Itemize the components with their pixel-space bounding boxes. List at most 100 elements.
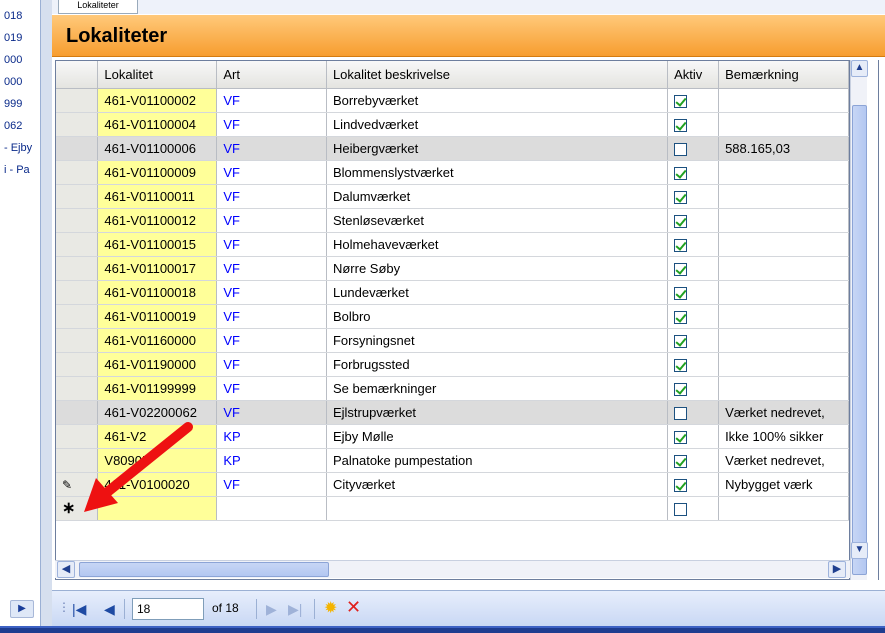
cell-aktiv[interactable] <box>667 88 720 113</box>
cell-aktiv[interactable] <box>667 232 720 257</box>
cell-aktiv[interactable] <box>667 304 720 329</box>
left-list-item[interactable]: 018 <box>0 8 40 24</box>
cell-beskrivelse[interactable]: Stenløseværket <box>326 208 669 233</box>
row-header[interactable] <box>56 352 99 377</box>
left-list-item[interactable]: i - Pa <box>0 162 40 178</box>
cell-bemaerkning[interactable] <box>718 184 849 209</box>
table-row[interactable]: 461-V01100019 VF Bolbro <box>56 304 849 329</box>
row-header[interactable] <box>56 400 99 425</box>
cell-lokalitet[interactable]: 461-V0100020 <box>97 472 218 497</box>
row-header[interactable] <box>56 328 99 353</box>
cell-beskrivelse[interactable]: Bolbro <box>326 304 669 329</box>
cell-bemaerkning[interactable] <box>718 256 849 281</box>
cell-aktiv[interactable] <box>667 448 720 473</box>
cell-lokalitet[interactable]: V80905 <box>97 448 218 473</box>
cell-lokalitet[interactable]: 461-V01100012 <box>97 208 218 233</box>
cell-aktiv[interactable] <box>667 400 720 425</box>
cell-aktiv[interactable] <box>667 208 720 233</box>
cell-bemaerkning[interactable] <box>718 208 849 233</box>
cell-beskrivelse[interactable]: Borrebyværket <box>326 88 669 113</box>
cell-bemaerkning[interactable] <box>718 88 849 113</box>
column-header-beskrivelse[interactable]: Lokalitet beskrivelse <box>326 61 669 89</box>
cell-beskrivelse[interactable]: Cityværket <box>326 472 669 497</box>
table-row[interactable]: 461-V01100002 VF Borrebyværket <box>56 88 849 113</box>
cell-beskrivelse[interactable]: Ejby Mølle <box>326 424 669 449</box>
table-row[interactable]: V80905 KP Palnatoke pumpestation Værket ned… <box>56 448 849 473</box>
table-row[interactable]: 461-V01100004 VF Lindvedværket <box>56 112 849 137</box>
aktiv-checkbox[interactable] <box>674 166 688 180</box>
cell-lokalitet[interactable]: 461-V01190000 <box>97 352 218 377</box>
left-list-item[interactable]: 000 <box>0 74 40 90</box>
vertical-scroll-thumb[interactable] <box>852 105 867 575</box>
cell-bemaerkning[interactable]: Ikke 100% sikker <box>718 424 849 449</box>
row-header[interactable] <box>56 232 99 257</box>
cell-lokalitet[interactable]: 461-V01100006 <box>97 136 218 161</box>
scroll-up-button[interactable]: ▲ <box>851 60 868 77</box>
cell-bemaerkning[interactable] <box>718 232 849 257</box>
row-header[interactable] <box>56 448 99 473</box>
left-list-item[interactable]: 000 <box>0 52 40 68</box>
cell-lokalitet[interactable]: 461-V01160000 <box>97 328 218 353</box>
table-row[interactable]: 461-V01160000 VF Forsyningsnet <box>56 328 849 353</box>
cell-lokalitet[interactable]: 461-V01100009 <box>97 160 218 185</box>
cell-lokalitet[interactable]: 461-V01100002 <box>97 88 218 113</box>
table-row[interactable]: 461-V01100015 VF Holmehaveværket <box>56 232 849 257</box>
horizontal-scroll-thumb[interactable] <box>79 562 329 577</box>
aktiv-checkbox[interactable] <box>674 382 688 396</box>
cell-aktiv[interactable] <box>667 280 720 305</box>
cell-aktiv[interactable] <box>667 472 720 497</box>
cell-art[interactable]: VF <box>216 328 327 353</box>
cell-beskrivelse[interactable]: Lundeværket <box>326 280 669 305</box>
splitter[interactable] <box>40 0 52 633</box>
row-header[interactable] <box>56 88 99 113</box>
cell-bemaerkning[interactable] <box>718 280 849 305</box>
row-header[interactable] <box>56 136 99 161</box>
delete-button[interactable]: ✕ <box>346 598 361 616</box>
toolbar-gripper-icon[interactable]: ⋮ <box>58 600 70 614</box>
aktiv-checkbox[interactable] <box>674 406 688 420</box>
aktiv-checkbox[interactable] <box>674 142 688 156</box>
cell-bemaerkning[interactable] <box>718 496 849 521</box>
data-grid[interactable]: Lokalitet Art Lokalitet beskrivelse Akti… <box>55 60 850 580</box>
cell-bemaerkning[interactable] <box>718 328 849 353</box>
cell-lokalitet[interactable] <box>97 496 218 521</box>
column-header-art[interactable]: Art <box>216 61 327 89</box>
cell-art[interactable]: VF <box>216 472 327 497</box>
cell-aktiv[interactable] <box>667 376 720 401</box>
row-header[interactable] <box>56 256 99 281</box>
cell-bemaerkning[interactable] <box>718 376 849 401</box>
scroll-right-button[interactable]: ▶ <box>10 600 34 618</box>
cell-aktiv[interactable] <box>667 184 720 209</box>
aktiv-checkbox[interactable] <box>674 190 688 204</box>
corner-header[interactable] <box>56 61 99 89</box>
cell-beskrivelse[interactable]: Forsyningsnet <box>326 328 669 353</box>
new-row[interactable]: ∗ <box>56 496 849 521</box>
cell-art[interactable]: KP <box>216 424 327 449</box>
cell-aktiv[interactable] <box>667 136 720 161</box>
left-list-item[interactable]: 019 <box>0 30 40 46</box>
cell-beskrivelse[interactable]: Dalumværket <box>326 184 669 209</box>
row-header[interactable] <box>56 280 99 305</box>
cell-art[interactable]: VF <box>216 280 327 305</box>
cell-beskrivelse[interactable]: Blommenslystværket <box>326 160 669 185</box>
cell-art[interactable]: VF <box>216 136 327 161</box>
table-row[interactable]: ✎ 461-V0100020 VF Cityværket Nybygget værk <box>56 472 849 497</box>
table-row[interactable]: 461-V02200062 VF Ejlstrupværket Værket nedr… <box>56 400 849 425</box>
cell-beskrivelse[interactable] <box>326 496 669 521</box>
vertical-scrollbar[interactable]: ▲ ▼ <box>850 60 868 580</box>
cell-art[interactable]: VF <box>216 208 327 233</box>
cell-art[interactable]: KP <box>216 448 327 473</box>
move-last-button[interactable]: ▶| <box>288 600 302 618</box>
position-input[interactable] <box>132 598 204 620</box>
cell-lokalitet[interactable]: 461-V02200062 <box>97 400 218 425</box>
column-header-lokalitet[interactable]: Lokalitet <box>97 61 218 89</box>
cell-lokalitet[interactable]: 461-V01100019 <box>97 304 218 329</box>
cell-art[interactable]: VF <box>216 232 327 257</box>
cell-art[interactable]: VF <box>216 112 327 137</box>
cell-art[interactable] <box>216 496 327 521</box>
left-list-item[interactable]: 999 <box>0 96 40 112</box>
cell-aktiv[interactable] <box>667 328 720 353</box>
table-row[interactable]: 461-V01100009 VF Blommenslystværket <box>56 160 849 185</box>
row-header[interactable] <box>56 184 99 209</box>
scroll-left-button[interactable]: ◀ <box>57 561 75 578</box>
